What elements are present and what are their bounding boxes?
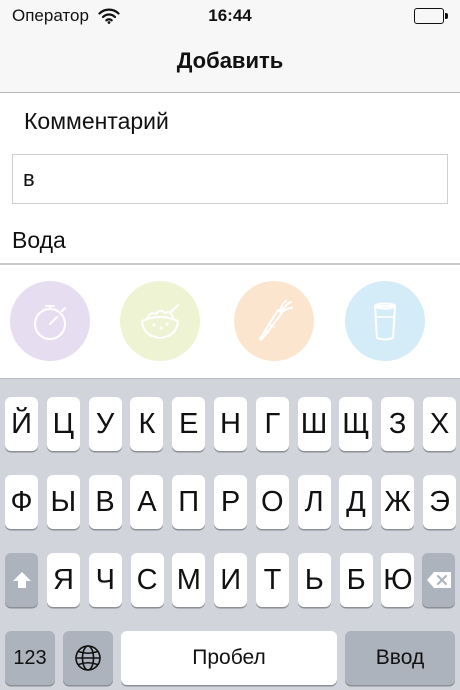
key-Ч[interactable]: Ч	[88, 553, 122, 607]
key-Е[interactable]: Е	[172, 397, 206, 451]
key-Н[interactable]: Н	[214, 397, 247, 451]
globe-icon	[75, 645, 101, 671]
key-З[interactable]: З	[381, 397, 415, 451]
key-Т[interactable]: Т	[256, 553, 289, 607]
battery-icon	[414, 8, 448, 24]
key-У[interactable]: У	[88, 397, 122, 451]
globe-key[interactable]	[63, 631, 113, 685]
key-Ф[interactable]: Ф	[5, 475, 38, 529]
key-Х[interactable]: Х	[423, 397, 456, 451]
water-glass-icon	[374, 302, 396, 341]
stopwatch-icon	[34, 305, 66, 340]
key-Я[interactable]: Я	[47, 553, 80, 607]
clock: 16:44	[208, 6, 252, 25]
shift-key[interactable]	[5, 553, 38, 607]
key-Ж[interactable]: Ж	[381, 475, 415, 529]
page-title: Добавить	[176, 48, 284, 73]
key-К[interactable]: К	[130, 397, 164, 451]
key-Д[interactable]: Д	[339, 475, 373, 529]
key-М[interactable]: М	[172, 553, 206, 607]
backspace-key[interactable]	[422, 553, 455, 607]
key-Щ[interactable]: Щ	[339, 397, 373, 451]
key-Л[interactable]: Л	[297, 475, 331, 529]
comment-label: Комментарий	[24, 108, 169, 134]
shift-arrow-icon	[12, 572, 31, 588]
category-label: Вода	[12, 227, 66, 253]
return-key[interactable]: Ввод	[345, 631, 455, 685]
category-activity-button[interactable]	[10, 281, 90, 361]
key-С[interactable]: С	[130, 553, 164, 607]
backspace-icon	[426, 572, 451, 588]
space-key[interactable]: Пробел	[121, 631, 337, 685]
keyboard: ЙЦУКЕНГШЩЗХ ФЫВАПРОЛДЖЭ ЯЧСМИТЬБЮ 123 Пр…	[0, 378, 460, 690]
key-Э[interactable]: Э	[423, 475, 456, 529]
key-П[interactable]: П	[172, 475, 206, 529]
key-Р[interactable]: Р	[214, 475, 247, 529]
carrot-icon	[259, 300, 293, 341]
salad-bowl-icon	[140, 304, 180, 340]
category-food-button[interactable]	[120, 281, 200, 361]
key-Ы[interactable]: Ы	[46, 475, 80, 529]
numbers-key[interactable]: 123	[5, 631, 55, 685]
key-В[interactable]: В	[88, 475, 122, 529]
divider	[0, 263, 460, 265]
key-О[interactable]: О	[255, 475, 289, 529]
key-И[interactable]: И	[214, 553, 248, 607]
status-bar: Оператор 16:44	[0, 0, 460, 32]
key-Ц[interactable]: Ц	[46, 397, 80, 451]
key-А[interactable]: А	[130, 475, 164, 529]
key-Ш[interactable]: Ш	[297, 397, 331, 451]
category-water-button[interactable]	[345, 281, 425, 361]
key-Г[interactable]: Г	[255, 397, 289, 451]
key-Ь[interactable]: Ь	[297, 553, 331, 607]
category-vegetables-button[interactable]	[234, 281, 314, 361]
key-Ю[interactable]: Ю	[381, 553, 415, 607]
key-Б[interactable]: Б	[339, 553, 373, 607]
key-Й[interactable]: Й	[5, 397, 38, 451]
comment-input[interactable]	[12, 154, 448, 204]
navigation-bar: Добавить	[0, 32, 460, 93]
